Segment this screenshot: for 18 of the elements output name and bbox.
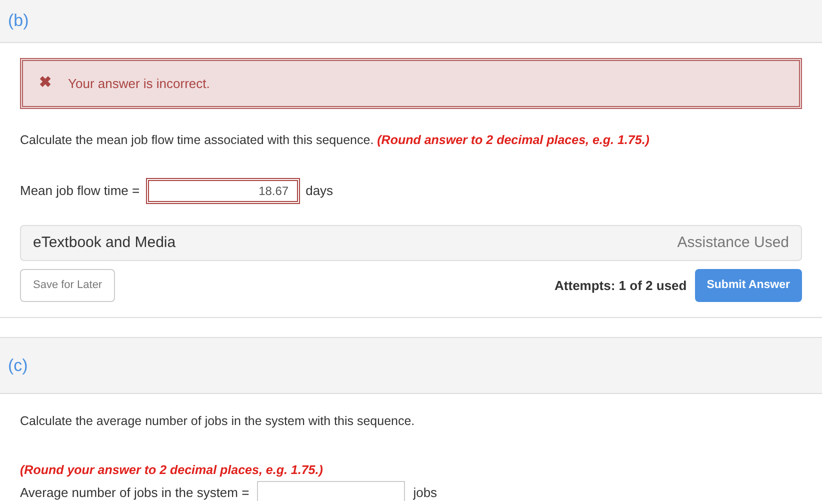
cross-icon: ✖	[39, 72, 52, 95]
part-label: (b)	[8, 10, 29, 32]
question-text: Calculate the mean job flow time associated with this sequence. (Round answer to 2 decimal places, e.g. 1.75.)	[20, 132, 650, 149]
answer-field[interactable]: 18.67	[148, 180, 298, 202]
feedback-text: Your answer is incorrect.	[68, 74, 210, 93]
unit-label: jobs	[413, 484, 438, 501]
hint-text: (Round your answer to 2 decimal places, e.g. 1.75.)	[20, 462, 324, 479]
field-label: Average number of jobs in the system =	[20, 484, 250, 501]
save-button[interactable]: Save for Later	[20, 268, 116, 302]
answer-field[interactable]	[257, 481, 406, 501]
assistance-title: eTextbook and Media	[33, 232, 176, 252]
field-label: Mean job flow time =	[20, 182, 140, 200]
assistance-status: Assistance Used	[677, 232, 789, 252]
part-label: (c)	[8, 354, 28, 376]
unit-label: days	[306, 182, 334, 200]
question-text: Calculate the average number of jobs in the system with this sequence.	[20, 412, 416, 430]
assistance-bar[interactable]: eTextbook and Media Assistance Used	[20, 224, 802, 261]
attempts-text: Attempts: 1 of 2 used	[554, 276, 687, 295]
